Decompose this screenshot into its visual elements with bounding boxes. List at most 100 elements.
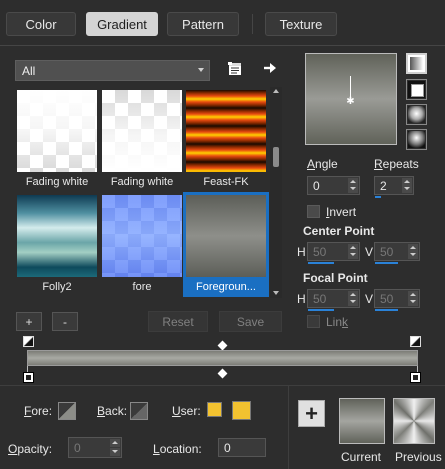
- angle-down-icon[interactable]: [348, 185, 358, 193]
- bottom-vertical-divider: [288, 386, 289, 469]
- gradient-swatch: [17, 195, 97, 277]
- gradient-label: Folly2: [42, 281, 72, 293]
- gradient-thumb-foreground[interactable]: Foregroun...: [183, 192, 269, 297]
- gradient-label: Feast-FK: [203, 176, 249, 188]
- opacity-stop-left-icon[interactable]: [23, 336, 34, 347]
- user-label: User:: [172, 404, 201, 418]
- center-h-slider-fill: [308, 262, 334, 264]
- user-color-picker[interactable]: [232, 401, 251, 420]
- color-stop-left-icon[interactable]: [23, 372, 34, 383]
- gradient-swatch: [17, 90, 97, 172]
- center-h-spinner[interactable]: 50: [307, 242, 360, 264]
- gradient-swatch: [102, 90, 182, 172]
- opacity-down-icon[interactable]: [110, 448, 120, 456]
- previous-gradient-swatch[interactable]: [393, 398, 435, 444]
- add-swatch-button[interactable]: +: [298, 400, 325, 427]
- current-label: Current: [341, 450, 382, 464]
- center-point-label: Center Point: [303, 224, 375, 238]
- gradient-thumb-folly2[interactable]: Folly2: [17, 195, 97, 293]
- remove-gradient-button[interactable]: -: [52, 312, 78, 331]
- gradient-thumb-fore[interactable]: fore: [102, 195, 182, 293]
- gradient-preview[interactable]: ✱: [305, 53, 397, 145]
- scroll-up-icon[interactable]: [273, 89, 279, 93]
- center-v-spinner[interactable]: 50: [374, 242, 420, 264]
- category-dropdown-value: All: [22, 63, 36, 78]
- focal-h-slider-fill: [308, 309, 334, 311]
- link-label: Link: [326, 315, 349, 329]
- category-dropdown[interactable]: All: [15, 60, 210, 81]
- focal-h-label: H: [297, 292, 306, 306]
- center-h-down-icon[interactable]: [348, 251, 358, 259]
- tab-gradient[interactable]: Gradient: [86, 12, 158, 36]
- repeats-down-icon[interactable]: [402, 185, 412, 193]
- back-color-swatch[interactable]: [130, 402, 148, 420]
- angle-label: Angle: [307, 157, 338, 171]
- gradient-thumb-fading-white-1[interactable]: Fading white: [17, 90, 97, 188]
- previous-label: Previous: [395, 450, 442, 464]
- gradient-label: Fading white: [110, 176, 174, 188]
- gradient-label: Foregroun...: [196, 281, 256, 293]
- user-color-swatch[interactable]: [207, 402, 222, 417]
- location-label: Location:: [153, 442, 202, 456]
- gradient-thumb-feast-fk[interactable]: Feast-FK: [186, 90, 266, 188]
- center-handle-icon[interactable]: ✱: [346, 97, 355, 107]
- repeats-spinner[interactable]: 2: [374, 176, 414, 198]
- color-stop-right-icon[interactable]: [410, 372, 421, 383]
- save-button[interactable]: Save: [219, 311, 282, 332]
- tab-color[interactable]: Color: [6, 12, 76, 36]
- gradient-label: Fading white: [25, 176, 89, 188]
- invert-checkbox[interactable]: [307, 205, 320, 218]
- bottom-divider: [0, 385, 445, 386]
- focal-h-value: 50: [313, 292, 327, 306]
- focal-v-down-icon[interactable]: [408, 298, 418, 306]
- opacity-spinner[interactable]: 0: [68, 437, 122, 458]
- reset-button[interactable]: Reset: [148, 311, 208, 332]
- manage-icon[interactable]: [228, 61, 242, 76]
- focal-v-spinner[interactable]: 50: [374, 289, 420, 311]
- opacity-value: 0: [74, 441, 81, 455]
- fore-label: Fore:: [24, 404, 53, 418]
- opacity-up-icon[interactable]: [110, 439, 120, 447]
- opacity-label: Opacity:: [8, 442, 53, 456]
- scrollbar-thumb[interactable]: [273, 147, 279, 167]
- gradient-thumb-fading-white-2[interactable]: Fading white: [102, 90, 182, 188]
- gradient-swatch: [186, 195, 266, 277]
- invert-label: Invert: [326, 205, 357, 219]
- opacity-midpoint-icon[interactable]: [217, 340, 228, 351]
- add-gradient-button[interactable]: +: [16, 312, 42, 331]
- angle-value: 0: [313, 179, 320, 193]
- radial-style-icon[interactable]: [406, 129, 427, 150]
- linear-style-icon[interactable]: [406, 53, 427, 74]
- location-field[interactable]: 0: [218, 438, 266, 457]
- focal-point-label: Focal Point: [303, 271, 368, 285]
- gradient-list-scrollbar[interactable]: [270, 87, 282, 298]
- focal-v-value: 50: [380, 292, 394, 306]
- center-v-value: 50: [380, 245, 394, 259]
- angle-spinner[interactable]: 0: [307, 176, 360, 195]
- center-v-down-icon[interactable]: [408, 251, 418, 259]
- opacity-stop-right-icon[interactable]: [410, 336, 421, 347]
- focal-h-down-icon[interactable]: [348, 298, 358, 306]
- center-h-value: 50: [313, 245, 327, 259]
- focal-v-slider-fill: [375, 309, 398, 311]
- gradient-swatch: [102, 195, 182, 277]
- scroll-down-icon[interactable]: [273, 291, 279, 295]
- repeats-value: 2: [380, 179, 387, 193]
- rectangular-style-icon[interactable]: [406, 79, 427, 100]
- current-gradient-swatch[interactable]: [339, 398, 385, 444]
- gradient-editor-bar[interactable]: [27, 350, 418, 366]
- arrow-right-icon[interactable]: [262, 60, 278, 76]
- sunburst-style-icon[interactable]: [406, 104, 427, 125]
- repeats-label: Repeats: [374, 157, 419, 171]
- center-h-label: H: [297, 245, 306, 259]
- color-midpoint-icon[interactable]: [217, 368, 228, 379]
- focal-h-spinner[interactable]: 50: [307, 289, 360, 311]
- fore-color-swatch[interactable]: [58, 402, 76, 420]
- focal-v-label: V: [365, 292, 374, 306]
- center-v-label: V: [365, 245, 374, 259]
- tab-pattern[interactable]: Pattern: [167, 12, 239, 36]
- tab-texture[interactable]: Texture: [265, 12, 337, 36]
- center-v-slider-fill: [375, 262, 398, 264]
- back-label: Back:: [97, 404, 128, 418]
- link-checkbox[interactable]: [307, 315, 320, 328]
